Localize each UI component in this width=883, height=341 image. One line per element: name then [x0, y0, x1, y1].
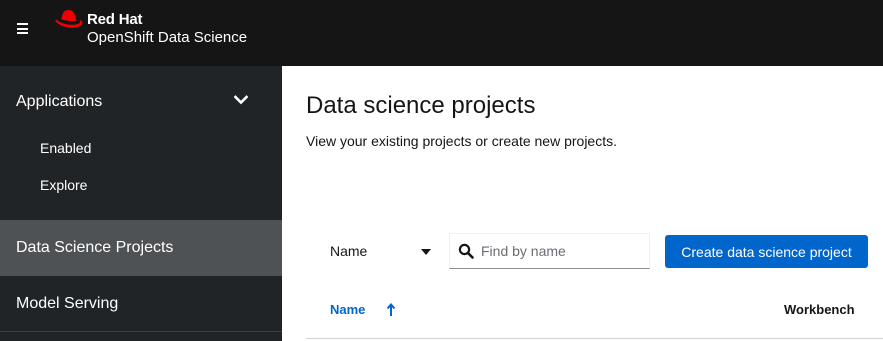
sidebar-item-explore[interactable]: Explore — [0, 167, 282, 203]
search-box — [449, 233, 650, 269]
sidebar-item-label: Model Serving — [16, 295, 119, 312]
nav-group-toggle-applications[interactable]: Applications — [0, 66, 282, 136]
search-input[interactable] — [481, 234, 641, 268]
sidebar-item-label: Data Science Projects — [16, 239, 174, 256]
red-hat-logo — [55, 10, 83, 28]
nav-group-label: Applications — [16, 93, 103, 110]
brand-name: Red Hat — [87, 11, 143, 28]
filter-type-label: Name — [330, 243, 368, 259]
sidebar-item-enabled[interactable]: Enabled — [0, 130, 282, 166]
sort-ascending-icon[interactable] — [386, 303, 396, 317]
chevron-down-icon — [234, 95, 248, 105]
page-description: View your existing projects or create ne… — [306, 133, 617, 149]
sidebar: Applications Enabled Explore Data Scienc… — [0, 66, 282, 341]
main-content: Data science projects View your existing… — [282, 66, 883, 341]
sidebar-item-model-serving[interactable]: Model Serving — [0, 276, 282, 332]
column-header-workbench: Workbench — [784, 302, 855, 317]
product-name: OpenShift Data Science — [87, 29, 248, 46]
caret-down-icon — [421, 249, 431, 255]
sidebar-divider — [0, 331, 282, 332]
masthead: Red Hat OpenShift Data Science — [0, 0, 883, 66]
create-project-button[interactable]: Create data science project — [665, 235, 868, 268]
nav-group-applications: Applications Enabled Explore — [0, 66, 282, 220]
column-header-name[interactable]: Name — [330, 302, 365, 317]
sidebar-item-label: Explore — [40, 177, 88, 193]
sidebar-item-label: Enabled — [40, 140, 92, 156]
table-header-divider — [306, 338, 883, 339]
search-icon — [458, 243, 474, 259]
hamburger-icon[interactable] — [17, 23, 29, 35]
filter-type-select[interactable]: Name — [318, 233, 440, 269]
page-title: Data science projects — [306, 92, 536, 119]
sidebar-item-data-science-projects[interactable]: Data Science Projects — [0, 220, 282, 276]
